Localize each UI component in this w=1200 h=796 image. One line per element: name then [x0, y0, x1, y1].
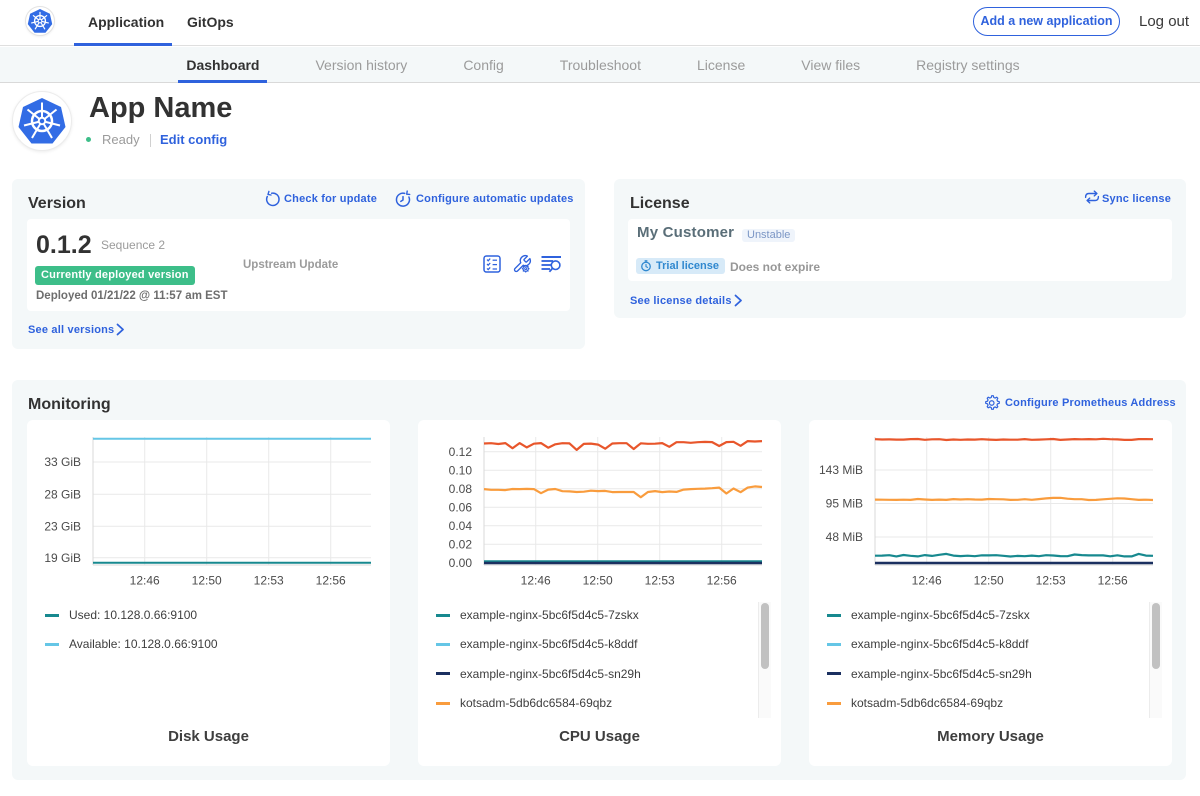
svg-text:12:46: 12:46	[130, 574, 160, 588]
svg-text:0.12: 0.12	[449, 445, 473, 459]
svg-text:143 MiB: 143 MiB	[819, 463, 863, 477]
svg-text:23 GiB: 23 GiB	[44, 520, 81, 534]
svg-text:0.08: 0.08	[449, 482, 473, 496]
svg-text:19 GiB: 19 GiB	[44, 551, 81, 565]
svg-text:12:50: 12:50	[974, 574, 1004, 588]
svg-text:48 MiB: 48 MiB	[826, 530, 863, 544]
svg-text:0.00: 0.00	[449, 556, 473, 570]
svg-text:95 MiB: 95 MiB	[826, 497, 863, 511]
svg-text:12:53: 12:53	[1036, 574, 1066, 588]
svg-text:0.10: 0.10	[449, 463, 473, 477]
svg-text:12:56: 12:56	[707, 574, 737, 588]
svg-text:0.06: 0.06	[449, 500, 473, 514]
svg-text:28 GiB: 28 GiB	[44, 488, 81, 502]
svg-text:0.02: 0.02	[449, 537, 473, 551]
svg-text:12:53: 12:53	[254, 574, 284, 588]
svg-text:12:46: 12:46	[912, 574, 942, 588]
svg-text:33 GiB: 33 GiB	[44, 455, 81, 469]
svg-text:0.04: 0.04	[449, 519, 473, 533]
svg-text:12:50: 12:50	[192, 574, 222, 588]
svg-text:12:50: 12:50	[583, 574, 613, 588]
svg-text:12:56: 12:56	[316, 574, 346, 588]
svg-text:12:46: 12:46	[521, 574, 551, 588]
svg-text:12:53: 12:53	[645, 574, 675, 588]
svg-text:12:56: 12:56	[1098, 574, 1128, 588]
